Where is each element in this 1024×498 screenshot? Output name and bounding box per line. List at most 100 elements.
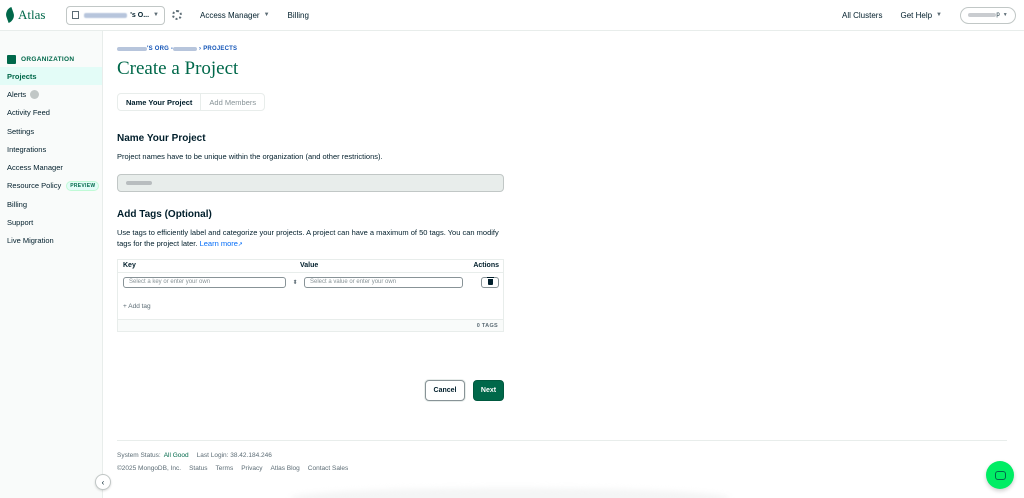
swap-arrows-icon: ⬍ xyxy=(292,279,298,286)
bottom-shadow xyxy=(290,488,730,498)
billing-label: Billing xyxy=(287,10,309,20)
sidebar-item-label: Activity Feed xyxy=(7,108,50,118)
cancel-button[interactable]: Cancel xyxy=(425,380,465,401)
delete-tag-button[interactable] xyxy=(481,276,499,288)
breadcrumb: 'S ORG - › PROJECTS xyxy=(117,46,1007,52)
tags-table: Key Value Actions Select a key or enter … xyxy=(117,258,504,332)
trash-icon xyxy=(486,277,494,285)
collapse-sidebar-button[interactable]: ‹ xyxy=(95,474,111,490)
sidebar-heading: ORGANIZATION xyxy=(0,31,102,67)
redacted-user-name xyxy=(968,13,997,17)
gear-icon[interactable] xyxy=(172,10,182,20)
step-name-your-project[interactable]: Name Your Project xyxy=(118,94,202,110)
sidebar-item-label: Resource Policy xyxy=(7,181,62,191)
tags-section-title: Add Tags (Optional) xyxy=(117,208,212,220)
learn-more-label: Learn more xyxy=(199,239,238,248)
atlas-logo[interactable]: Atlas xyxy=(3,7,56,23)
footer-links: ©2025 MongoDB, Inc. Status Terms Privacy… xyxy=(117,465,356,472)
get-help-menu[interactable]: Get Help ▼ xyxy=(900,11,942,20)
sidebar-item-support[interactable]: Support xyxy=(0,213,102,231)
copyright: ©2025 MongoDB, Inc. xyxy=(117,465,182,472)
chevron-down-icon: ▼ xyxy=(263,12,270,18)
sidebar-item-activity-feed[interactable]: Activity Feed xyxy=(0,104,102,122)
preview-badge: PREVIEW xyxy=(66,180,100,191)
access-manager-menu[interactable]: Access Manager ▼ xyxy=(200,11,270,20)
main-content: 'S ORG - › PROJECTS Create a Project Nam… xyxy=(117,31,1007,332)
sidebar-item-label: Support xyxy=(7,218,34,228)
user-name: p xyxy=(996,12,1000,18)
chevron-down-icon: ▼ xyxy=(1002,12,1008,18)
footer-divider xyxy=(117,440,1007,441)
breadcrumb-org[interactable]: 'S ORG - xyxy=(147,46,173,52)
footer-link-terms[interactable]: Terms xyxy=(216,465,234,472)
sidebar: ORGANIZATION Projects Alerts Activity Fe… xyxy=(0,31,103,498)
footer-link-privacy[interactable]: Privacy xyxy=(241,465,262,472)
breadcrumb-separator: › xyxy=(199,46,202,52)
name-section-title: Name Your Project xyxy=(117,133,206,144)
sidebar-item-settings[interactable]: Settings xyxy=(0,122,102,140)
tags-table-header: Key Value Actions xyxy=(118,260,503,273)
page-title: Create a Project xyxy=(117,58,239,79)
status-label: System Status: xyxy=(117,452,161,459)
add-tag-button[interactable]: + Add tag xyxy=(118,303,503,314)
sidebar-item-label: Alerts xyxy=(7,89,27,99)
external-link-icon: ↗ xyxy=(237,242,243,248)
breadcrumb-projects[interactable]: PROJECTS xyxy=(203,46,237,52)
footer-link-contact-sales[interactable]: Contact Sales xyxy=(308,465,348,472)
redacted-org-suffix xyxy=(173,47,198,51)
sidebar-item-label: Settings xyxy=(7,126,35,136)
org-name: 's O... xyxy=(130,11,150,19)
building-icon xyxy=(7,55,16,64)
learn-more-link[interactable]: Learn more↗ xyxy=(200,239,243,248)
table-row: Select a key or enter your own ⬍ Select … xyxy=(118,274,503,291)
organization-selector[interactable]: 's O... ▼ xyxy=(66,5,165,25)
sidebar-item-projects[interactable]: Projects xyxy=(0,67,102,86)
tag-value-select[interactable]: Select a value or enter your own xyxy=(304,276,463,288)
last-login: Last Login: 38.42.184.246 xyxy=(196,452,272,459)
tags-description-text: Use tags to efficiently label and catego… xyxy=(117,227,499,249)
redacted-project-name xyxy=(126,180,152,185)
sidebar-item-live-migration[interactable]: Live Migration xyxy=(0,232,102,250)
sidebar-item-integrations[interactable]: Integrations xyxy=(0,140,102,158)
redacted-org-name xyxy=(84,12,128,18)
billing-link[interactable]: Billing xyxy=(288,11,309,20)
sidebar-item-billing[interactable]: Billing xyxy=(0,195,102,213)
building-icon xyxy=(72,11,79,19)
tag-key-select[interactable]: Select a key or enter your own xyxy=(123,276,286,288)
sidebar-item-resource-policy[interactable]: Resource Policy PREVIEW xyxy=(0,177,102,195)
column-header-key: Key xyxy=(123,262,136,269)
redacted-org xyxy=(117,47,147,51)
chat-bubble-icon xyxy=(994,470,1006,480)
sidebar-heading-label: ORGANIZATION xyxy=(21,56,75,63)
chevron-left-icon: ‹ xyxy=(101,477,105,487)
tags-count: 0 TAGS xyxy=(118,318,503,331)
tags-section-description: Use tags to efficiently label and catego… xyxy=(117,227,507,252)
sidebar-item-label: Billing xyxy=(7,199,28,209)
footer-status: System Status: All Good Last Login: 38.4… xyxy=(117,452,272,459)
get-help-label: Get Help xyxy=(900,10,933,20)
mongodb-leaf-icon xyxy=(3,7,17,23)
logo-text: Atlas xyxy=(18,7,46,22)
column-header-actions: Actions xyxy=(473,262,499,269)
project-name-input[interactable] xyxy=(117,173,504,192)
all-clusters-link[interactable]: All Clusters xyxy=(842,11,882,20)
step-add-members[interactable]: Add Members xyxy=(201,94,264,110)
name-section-description: Project names have to be unique within t… xyxy=(117,152,383,161)
column-header-value: Value xyxy=(300,262,319,269)
all-clusters-label: All Clusters xyxy=(842,10,883,20)
user-menu[interactable]: p ▼ xyxy=(960,6,1016,24)
top-navigation-bar: Atlas 's O... ▼ Access Manager ▼ Billing… xyxy=(0,0,1024,31)
sidebar-item-alerts[interactable]: Alerts xyxy=(0,85,102,103)
footer-link-status[interactable]: Status xyxy=(189,465,207,472)
access-manager-label: Access Manager xyxy=(200,10,260,20)
chevron-down-icon: ▼ xyxy=(936,12,942,18)
alerts-count-badge xyxy=(30,89,40,99)
chat-support-button[interactable] xyxy=(986,461,1014,489)
sidebar-item-access-manager[interactable]: Access Manager xyxy=(0,158,102,176)
next-button[interactable]: Next xyxy=(473,380,504,401)
sidebar-item-label: Live Migration xyxy=(7,236,54,246)
footer-link-atlas-blog[interactable]: Atlas Blog xyxy=(271,465,300,472)
sidebar-item-label: Integrations xyxy=(7,144,47,154)
form-actions: Cancel Next xyxy=(425,380,504,401)
status-value-link[interactable]: All Good xyxy=(164,452,189,459)
